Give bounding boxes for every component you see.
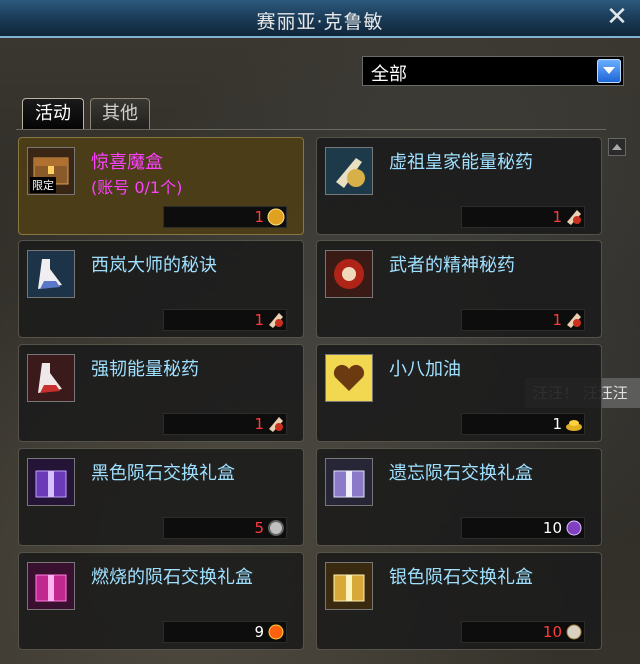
item-price: 10 (542, 623, 562, 641)
price-bar: 1 (163, 206, 287, 228)
purple-giftbox-icon (27, 458, 75, 506)
potion-flask-red-icon (27, 354, 75, 402)
item-name: 西岚大师的秘诀 (91, 255, 217, 276)
price-bar: 10 (461, 621, 585, 643)
limited-badge: 限定 (30, 177, 56, 193)
item-name: 惊喜魔盒 (91, 152, 163, 173)
item-price: 5 (254, 519, 264, 537)
shop-item[interactable]: 遗忘陨石交换礼盒 10 (316, 448, 602, 546)
item-name: 小八加油 (389, 359, 461, 380)
spirit-orb-icon (325, 250, 373, 298)
item-name: 燃烧的陨石交换礼盒 (91, 567, 253, 588)
close-icon[interactable]: ✕ (604, 4, 630, 31)
scrollbar-up-button[interactable] (608, 138, 626, 156)
item-price: 1 (254, 311, 264, 329)
tab-activity[interactable]: 活动 (22, 98, 84, 129)
price-bar: 1 (461, 309, 585, 331)
shop-item[interactable]: 限定 惊喜魔盒 (账号 0/1个) 1 (18, 137, 304, 235)
shop-item[interactable]: 武者的精神秘药 1 (316, 240, 602, 338)
item-price: 9 (254, 623, 264, 641)
ticket-icon (565, 311, 583, 329)
category-dropdown[interactable]: 全部 (362, 56, 624, 86)
price-bar: 1 (461, 206, 585, 228)
price-bar: 5 (163, 517, 287, 539)
tab-divider (16, 129, 606, 130)
item-price: 1 (552, 208, 562, 226)
shop-item[interactable]: 强韧能量秘药 1 (18, 344, 304, 442)
gold-giftbox-icon (325, 562, 373, 610)
heart-icon (325, 354, 373, 402)
item-purchase-limit: (账号 0/1个) (91, 178, 183, 197)
item-name: 武者的精神秘药 (389, 255, 515, 276)
ticket-icon (267, 311, 285, 329)
shop-item[interactable]: 西岚大师的秘诀 1 (18, 240, 304, 338)
shop-item[interactable]: 黑色陨石交换礼盒 5 (18, 448, 304, 546)
gold-coin-icon (267, 208, 285, 226)
silver-gear-icon (267, 519, 285, 537)
item-price: 1 (254, 208, 264, 226)
purple-silver-giftbox-icon (325, 458, 373, 506)
shop-item[interactable]: 燃烧的陨石交换礼盒 9 (18, 552, 304, 650)
price-bar: 1 (163, 309, 287, 331)
chevron-down-icon[interactable] (597, 59, 621, 83)
magenta-giftbox-icon (27, 562, 75, 610)
item-name: 遗忘陨石交换礼盒 (389, 463, 533, 484)
price-bar: 9 (163, 621, 287, 643)
shop-item[interactable]: 小八加油 1 (316, 344, 602, 442)
item-name: 虚祖皇家能量秘药 (389, 152, 533, 173)
item-price: 1 (254, 415, 264, 433)
price-bar: 1 (461, 413, 585, 435)
item-name: 强韧能量秘药 (91, 359, 199, 380)
ticket-icon (267, 415, 285, 433)
dropdown-value: 全部 (371, 64, 407, 85)
item-name: 黑色陨石交换礼盒 (91, 463, 235, 484)
price-bar: 10 (461, 517, 585, 539)
title-bar: 赛丽亚·克鲁敏 ✕ (0, 0, 640, 38)
ticket-icon (565, 208, 583, 226)
shop-item[interactable]: 银色陨石交换礼盒 10 (316, 552, 602, 650)
item-price: 10 (542, 519, 562, 537)
item-name: 银色陨石交换礼盒 (389, 567, 533, 588)
shop-item[interactable]: 虚祖皇家能量秘药 1 (316, 137, 602, 235)
item-price: 1 (552, 311, 562, 329)
gold-pile-icon (565, 415, 583, 433)
potion-bottle-icon (325, 147, 373, 195)
potion-flask-icon (27, 250, 75, 298)
treasure-chest-icon: 限定 (27, 147, 75, 195)
fire-orb-icon (267, 623, 285, 641)
silver-orb-icon (565, 623, 583, 641)
price-bar: 1 (163, 413, 287, 435)
tab-other[interactable]: 其他 (90, 98, 150, 129)
purple-orb-icon (565, 519, 583, 537)
item-price: 1 (552, 415, 562, 433)
window-title: 赛丽亚·克鲁敏 (256, 11, 384, 33)
